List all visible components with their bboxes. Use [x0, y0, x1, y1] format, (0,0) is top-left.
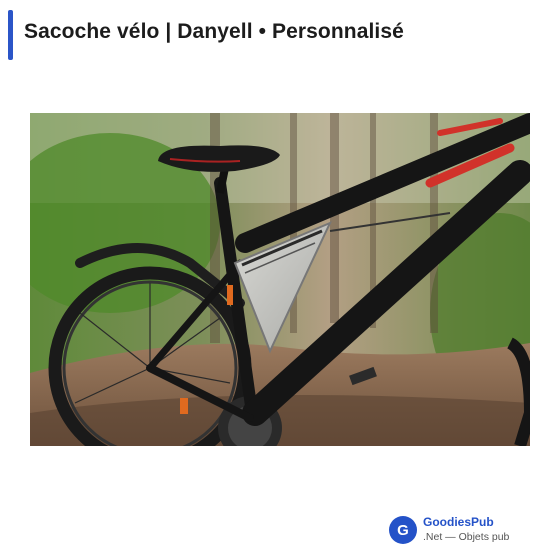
brand-logo: G: [389, 516, 417, 544]
title-accent-bar: [8, 10, 13, 60]
brand-watermark: G GoodiesPub .Net — Objets pub: [389, 515, 509, 545]
page-title: Sacoche vélo | Danyell • Personnalisé: [24, 20, 404, 43]
brand-tagline: .Net — Objets pub: [423, 531, 510, 543]
brand-name: GoodiesPub: [423, 515, 494, 529]
product-photo: [30, 113, 530, 446]
